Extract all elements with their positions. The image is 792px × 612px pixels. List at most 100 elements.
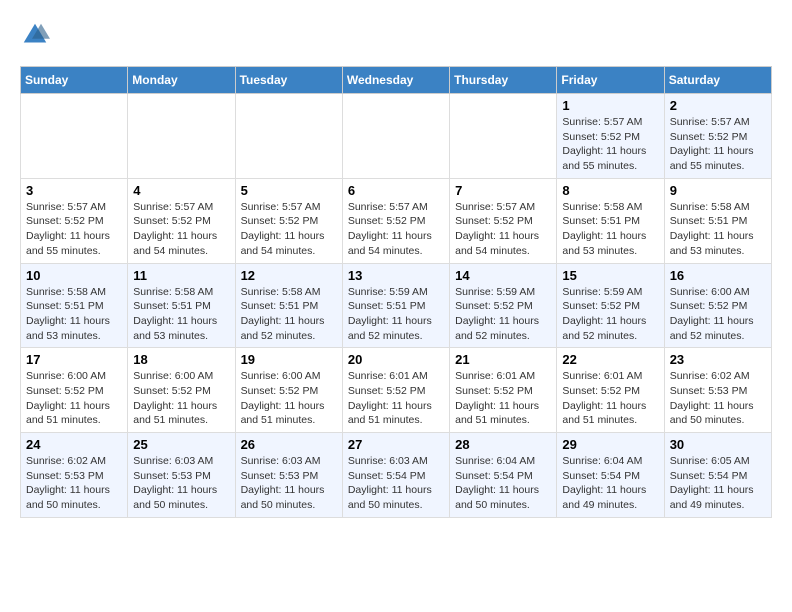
day-number: 25 (133, 437, 229, 452)
day-info: Sunrise: 5:59 AM Sunset: 5:52 PM Dayligh… (562, 285, 658, 344)
day-number: 12 (241, 268, 337, 283)
day-number: 5 (241, 183, 337, 198)
calendar-week-3: 10 Sunrise: 5:58 AM Sunset: 5:51 PM Dayli… (21, 263, 772, 348)
calendar-cell: 28 Sunrise: 6:04 AM Sunset: 5:54 PM Dayli… (450, 433, 557, 518)
calendar-cell (450, 94, 557, 179)
calendar-cell: 21Sunrise: 6:01 AM Sunset: 5:52 PM Dayli… (450, 348, 557, 433)
calendar-cell: 20 Sunrise: 6:01 AM Sunset: 5:52 PM Dayli… (342, 348, 449, 433)
day-info: Sunrise: 5:58 AM Sunset: 5:51 PM Dayligh… (241, 285, 337, 344)
weekday-friday: Friday (557, 67, 664, 94)
day-info: Sunrise: 5:58 AM Sunset: 5:51 PM Dayligh… (26, 285, 122, 344)
day-info: Sunrise: 5:58 AM Sunset: 5:51 PM Dayligh… (670, 200, 766, 259)
day-info: Sunrise: 6:00 AM Sunset: 5:52 PM Dayligh… (26, 369, 122, 428)
day-info: Sunrise: 5:59 AM Sunset: 5:51 PM Dayligh… (348, 285, 444, 344)
day-info: Sunrise: 6:03 AM Sunset: 5:53 PM Dayligh… (133, 454, 229, 513)
calendar-cell: 8Sunrise: 5:58 AM Sunset: 5:51 PM Daylig… (557, 178, 664, 263)
day-number: 2 (670, 98, 766, 113)
day-number: 4 (133, 183, 229, 198)
day-info: Sunrise: 6:05 AM Sunset: 5:54 PM Dayligh… (670, 454, 766, 513)
day-number: 7 (455, 183, 551, 198)
day-info: Sunrise: 6:03 AM Sunset: 5:54 PM Dayligh… (348, 454, 444, 513)
calendar-cell: 11Sunrise: 5:58 AM Sunset: 5:51 PM Dayli… (128, 263, 235, 348)
day-info: Sunrise: 6:00 AM Sunset: 5:52 PM Dayligh… (670, 285, 766, 344)
calendar-cell: 14 Sunrise: 5:59 AM Sunset: 5:52 PM Dayli… (450, 263, 557, 348)
calendar-cell: 25 Sunrise: 6:03 AM Sunset: 5:53 PM Dayli… (128, 433, 235, 518)
day-info: Sunrise: 5:57 AM Sunset: 5:52 PM Dayligh… (562, 115, 658, 174)
day-number: 17 (26, 352, 122, 367)
day-number: 19 (241, 352, 337, 367)
calendar-week-4: 17 Sunrise: 6:00 AM Sunset: 5:52 PM Dayli… (21, 348, 772, 433)
calendar-table: SundayMondayTuesdayWednesdayThursdayFrid… (20, 66, 772, 518)
day-number: 18 (133, 352, 229, 367)
day-info: Sunrise: 6:01 AM Sunset: 5:52 PM Dayligh… (562, 369, 658, 428)
day-info: Sunrise: 6:04 AM Sunset: 5:54 PM Dayligh… (455, 454, 551, 513)
day-number: 27 (348, 437, 444, 452)
day-number: 20 (348, 352, 444, 367)
calendar-cell: 27 Sunrise: 6:03 AM Sunset: 5:54 PM Dayli… (342, 433, 449, 518)
calendar-cell: 5 Sunrise: 5:57 AM Sunset: 5:52 PM Daylig… (235, 178, 342, 263)
day-info: Sunrise: 5:57 AM Sunset: 5:52 PM Dayligh… (26, 200, 122, 259)
calendar-cell: 2 Sunrise: 5:57 AM Sunset: 5:52 PM Daylig… (664, 94, 771, 179)
calendar-cell (128, 94, 235, 179)
day-info: Sunrise: 5:59 AM Sunset: 5:52 PM Dayligh… (455, 285, 551, 344)
calendar-body: 1Sunrise: 5:57 AM Sunset: 5:52 PM Daylig… (21, 94, 772, 518)
calendar-cell: 1Sunrise: 5:57 AM Sunset: 5:52 PM Daylig… (557, 94, 664, 179)
day-info: Sunrise: 5:57 AM Sunset: 5:52 PM Dayligh… (670, 115, 766, 174)
day-info: Sunrise: 6:01 AM Sunset: 5:52 PM Dayligh… (455, 369, 551, 428)
day-number: 14 (455, 268, 551, 283)
day-number: 23 (670, 352, 766, 367)
weekday-tuesday: Tuesday (235, 67, 342, 94)
day-number: 9 (670, 183, 766, 198)
calendar-week-2: 3 Sunrise: 5:57 AM Sunset: 5:52 PM Daylig… (21, 178, 772, 263)
calendar-header: SundayMondayTuesdayWednesdayThursdayFrid… (21, 67, 772, 94)
day-number: 26 (241, 437, 337, 452)
day-info: Sunrise: 6:01 AM Sunset: 5:52 PM Dayligh… (348, 369, 444, 428)
day-info: Sunrise: 6:02 AM Sunset: 5:53 PM Dayligh… (670, 369, 766, 428)
day-number: 13 (348, 268, 444, 283)
day-info: Sunrise: 6:04 AM Sunset: 5:54 PM Dayligh… (562, 454, 658, 513)
calendar-week-5: 24Sunrise: 6:02 AM Sunset: 5:53 PM Dayli… (21, 433, 772, 518)
weekday-thursday: Thursday (450, 67, 557, 94)
calendar-cell (342, 94, 449, 179)
day-info: Sunrise: 6:03 AM Sunset: 5:53 PM Dayligh… (241, 454, 337, 513)
calendar-cell: 3 Sunrise: 5:57 AM Sunset: 5:52 PM Daylig… (21, 178, 128, 263)
day-info: Sunrise: 5:57 AM Sunset: 5:52 PM Dayligh… (241, 200, 337, 259)
calendar-cell: 13 Sunrise: 5:59 AM Sunset: 5:51 PM Dayli… (342, 263, 449, 348)
day-info: Sunrise: 6:02 AM Sunset: 5:53 PM Dayligh… (26, 454, 122, 513)
day-number: 6 (348, 183, 444, 198)
day-number: 10 (26, 268, 122, 283)
weekday-header-row: SundayMondayTuesdayWednesdayThursdayFrid… (21, 67, 772, 94)
page-header (20, 20, 772, 50)
calendar-cell: 12 Sunrise: 5:58 AM Sunset: 5:51 PM Dayli… (235, 263, 342, 348)
day-number: 15 (562, 268, 658, 283)
day-number: 11 (133, 268, 229, 283)
calendar-cell: 19 Sunrise: 6:00 AM Sunset: 5:52 PM Dayli… (235, 348, 342, 433)
calendar-cell: 26 Sunrise: 6:03 AM Sunset: 5:53 PM Dayli… (235, 433, 342, 518)
logo (20, 20, 52, 50)
day-info: Sunrise: 6:00 AM Sunset: 5:52 PM Dayligh… (133, 369, 229, 428)
calendar-cell: 16 Sunrise: 6:00 AM Sunset: 5:52 PM Dayli… (664, 263, 771, 348)
calendar-cell: 22 Sunrise: 6:01 AM Sunset: 5:52 PM Dayli… (557, 348, 664, 433)
day-info: Sunrise: 6:00 AM Sunset: 5:52 PM Dayligh… (241, 369, 337, 428)
day-number: 22 (562, 352, 658, 367)
calendar-cell: 4Sunrise: 5:57 AM Sunset: 5:52 PM Daylig… (128, 178, 235, 263)
calendar-cell: 15 Sunrise: 5:59 AM Sunset: 5:52 PM Dayli… (557, 263, 664, 348)
calendar-cell: 9 Sunrise: 5:58 AM Sunset: 5:51 PM Daylig… (664, 178, 771, 263)
day-number: 3 (26, 183, 122, 198)
day-info: Sunrise: 5:57 AM Sunset: 5:52 PM Dayligh… (348, 200, 444, 259)
weekday-wednesday: Wednesday (342, 67, 449, 94)
calendar-cell (21, 94, 128, 179)
logo-icon (20, 20, 50, 50)
calendar-cell: 23 Sunrise: 6:02 AM Sunset: 5:53 PM Dayli… (664, 348, 771, 433)
calendar-cell (235, 94, 342, 179)
calendar-week-1: 1Sunrise: 5:57 AM Sunset: 5:52 PM Daylig… (21, 94, 772, 179)
day-number: 16 (670, 268, 766, 283)
day-info: Sunrise: 5:57 AM Sunset: 5:52 PM Dayligh… (455, 200, 551, 259)
day-number: 29 (562, 437, 658, 452)
day-number: 30 (670, 437, 766, 452)
weekday-monday: Monday (128, 67, 235, 94)
day-number: 8 (562, 183, 658, 198)
weekday-saturday: Saturday (664, 67, 771, 94)
day-number: 28 (455, 437, 551, 452)
calendar-cell: 18 Sunrise: 6:00 AM Sunset: 5:52 PM Dayli… (128, 348, 235, 433)
